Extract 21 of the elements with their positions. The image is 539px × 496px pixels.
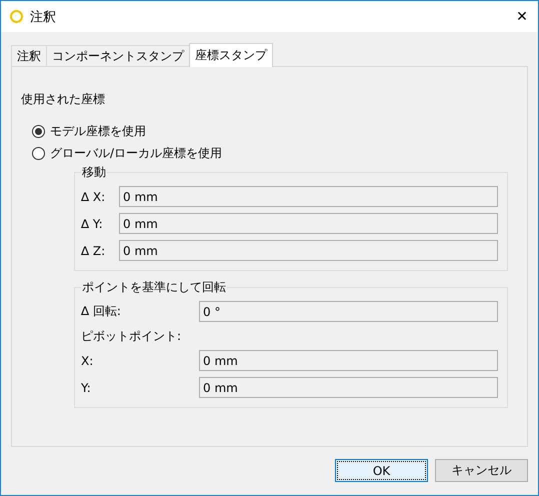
radio-button[interactable] xyxy=(32,124,45,138)
field-label: ∆ Y: xyxy=(81,216,104,230)
radio-button[interactable] xyxy=(32,146,45,160)
group-title: 移動 xyxy=(81,165,107,180)
field-label: ∆ Z: xyxy=(81,244,106,258)
tab[interactable]: 注釈 xyxy=(11,45,47,66)
radio-label: モデル座標を使用 xyxy=(50,122,146,140)
app-icon xyxy=(10,10,23,23)
field-label: ∆ 回転: xyxy=(81,303,122,320)
section-label: 使用された座標 xyxy=(21,91,106,108)
radio-label: グローバル/ローカル座標を使用 xyxy=(50,144,222,162)
dialog-button[interactable]: OK xyxy=(335,459,428,482)
dialog-button[interactable]: キャンセル xyxy=(435,459,528,482)
field-label: ∆ X: xyxy=(81,190,106,204)
field-label: X: xyxy=(81,354,94,368)
window-title: 注釈 xyxy=(30,8,56,26)
close-button[interactable]: ✕ xyxy=(506,8,538,24)
field-label: Y: xyxy=(81,380,92,394)
subheading: ピボットポイント: xyxy=(81,328,182,344)
tab[interactable]: 座標スタンプ xyxy=(189,43,273,67)
group-title: ポイントを基準にして回転 xyxy=(81,280,227,295)
